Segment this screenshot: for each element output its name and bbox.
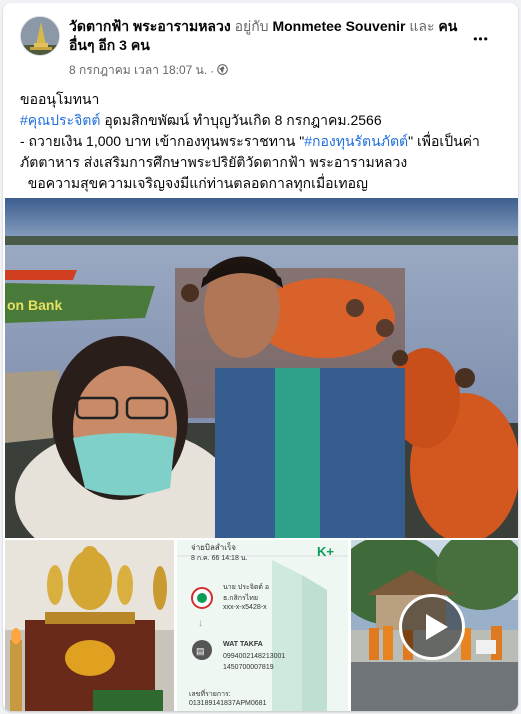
temple-avatar-image: [21, 17, 59, 55]
with-text: อยู่กับ: [234, 18, 269, 34]
slip-from-name: นาย ประจิตต์ อ: [223, 584, 270, 591]
page-name-link[interactable]: วัดตากฟ้า พระอารามหลวง: [69, 18, 231, 34]
svg-text:▤: ▤: [196, 646, 205, 656]
message-line: #คุณประจิตต์ อุดมสิกขพัฒน์ ทำบุญวันเกิด …: [20, 112, 382, 128]
message-line: ขออนุโมทนา: [20, 91, 100, 107]
slip-to-ref1: 0994002148213001: [223, 653, 286, 660]
slip-to-name: WAT TAKFA: [223, 641, 263, 648]
video-thumbnail[interactable]: [351, 540, 518, 711]
slip-ref-value: 013189141837APM0681: [189, 700, 267, 707]
slip-to-ref2: 1450700007819: [223, 664, 274, 671]
more-options-button[interactable]: •••: [463, 21, 499, 57]
more-dots-icon: •••: [473, 32, 489, 46]
post-timestamp[interactable]: 8 กรกฎาคม เวลา 18:07 น.: [69, 61, 207, 80]
post-meta: 8 กรกฎาคม เวลา 18:07 น. ·: [69, 61, 229, 80]
post-message: ขออนุโมทนา #คุณประจิตต์ อุดมสิกขพัฒน์ ทำ…: [20, 89, 510, 194]
post-card: วัดตากฟ้า พระอารามหลวง อยู่กับ Monmetee …: [3, 3, 518, 711]
post-header: วัดตากฟ้า พระอารามหลวง อยู่กับ Monmetee …: [3, 3, 518, 83]
slip-background-image: ▤ ↓: [177, 540, 348, 711]
slip-from-bank: ธ.กสิกรไทย: [223, 595, 258, 602]
svg-text:↓: ↓: [198, 618, 203, 629]
globe-icon: [217, 63, 229, 78]
post-author-line: วัดตากฟ้า พระอารามหลวง อยู่กับ Monmetee …: [69, 17, 469, 55]
play-icon[interactable]: [399, 594, 465, 660]
boat-text: on Bank: [7, 297, 62, 313]
main-photo[interactable]: on Bank: [5, 198, 518, 538]
page-avatar[interactable]: [20, 16, 60, 56]
kplus-logo: K+: [317, 544, 334, 559]
and-text: และ: [409, 18, 435, 34]
slip-date: 8 ก.ค. 66 14:18 น.: [191, 555, 248, 562]
payment-slip-thumbnail[interactable]: ▤ ↓ จ่ายบิลสำเร็จ 8 ก.ค. 66 14:18 น. K+ …: [177, 540, 348, 711]
slip-ref-label: เลขที่รายการ:: [189, 691, 231, 698]
selfie-photo-image: on Bank: [5, 198, 518, 538]
slip-from-account: xxx-x-x5428-x: [223, 604, 267, 611]
photo-thumbnail-shrine[interactable]: [5, 540, 174, 711]
tagged-page-link[interactable]: Monmetee Souvenir: [272, 18, 405, 34]
shrine-photo-image: [5, 540, 174, 711]
hashtag-link[interactable]: #กองทุนรัตนภัตต์: [304, 133, 408, 149]
message-line: ภัตตาหาร ส่งเสริมการศึกษาพระปริยัติวัดตา…: [20, 154, 408, 170]
hashtag-link[interactable]: #คุณประจิตต์: [20, 112, 100, 128]
meta-separator: ·: [210, 63, 215, 78]
message-line: - ถวายเงิน 1,000 บาท เข้ากองทุนพระราชทาน…: [20, 133, 480, 149]
message-line: ขอความสุขความเจริญจงมีแก่ท่านตลอดกาลทุกเ…: [20, 175, 368, 191]
